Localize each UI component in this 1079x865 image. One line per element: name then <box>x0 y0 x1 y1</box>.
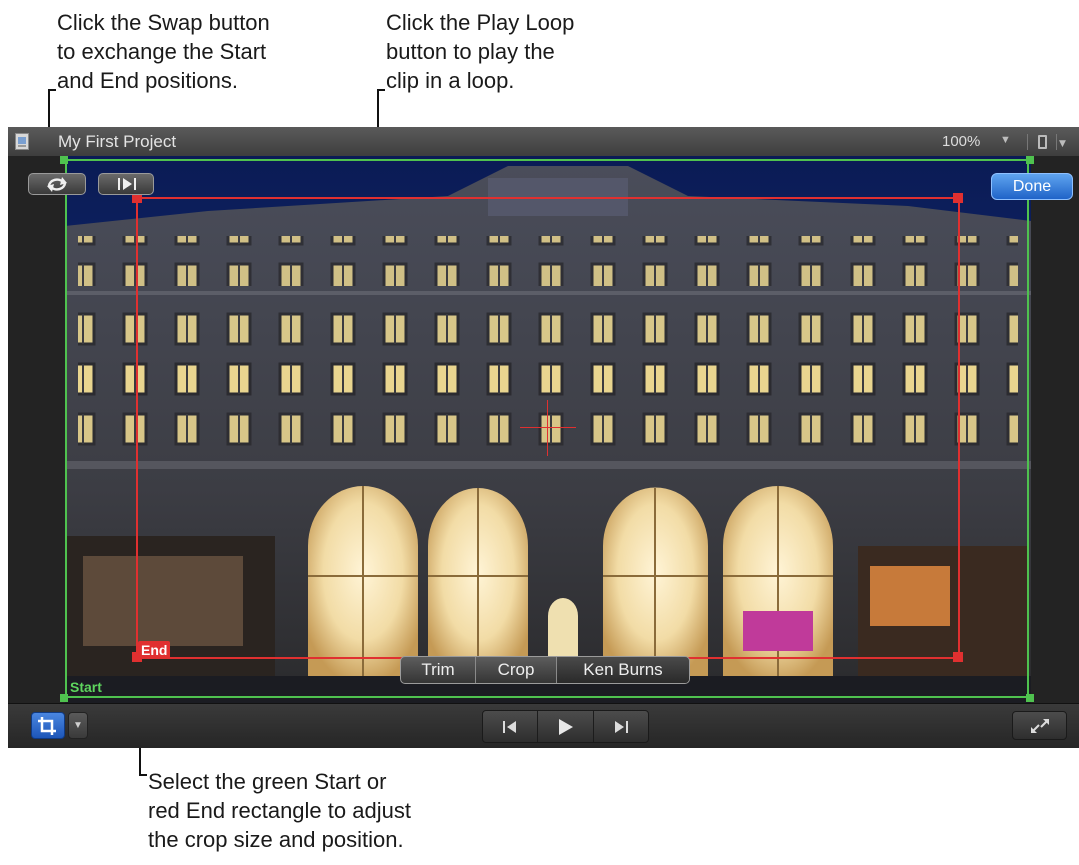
svg-text:▼: ▼ <box>1059 139 1066 149</box>
end-handle-bottom-right[interactable] <box>953 652 963 662</box>
rect-leader-tick <box>139 774 147 776</box>
play-loop-callout: Click the Play Loop button to play the c… <box>386 10 575 93</box>
crop-mode-selector[interactable]: Trim Crop Ken Burns <box>400 656 690 684</box>
play-loop-icon <box>118 178 136 190</box>
end-label[interactable]: End <box>138 641 171 659</box>
ken-burns-mode-button[interactable]: Ken Burns <box>557 657 689 683</box>
viewer-title-bar: My First Project 100% ▼ ▼ <box>8 127 1079 157</box>
swap-callout: Click the Swap button to exchange the St… <box>57 10 270 93</box>
play-loop-button[interactable] <box>98 173 154 195</box>
start-handle-bottom-left[interactable] <box>60 694 68 702</box>
skip-forward-icon <box>614 720 628 733</box>
start-label[interactable]: Start <box>70 679 102 695</box>
rectangle-callout: Select the green Start or red End rectan… <box>148 769 411 852</box>
viewer-canvas[interactable]: Done End Start Trim Crop Ken Burns <box>8 156 1079 703</box>
end-center-crosshair-h <box>520 427 576 428</box>
play-icon <box>559 718 574 735</box>
fullscreen-icon <box>1030 718 1049 733</box>
swap-arrows-icon <box>47 177 67 192</box>
trim-mode-button[interactable]: Trim <box>401 657 476 683</box>
swap-leader-tick <box>48 89 56 91</box>
end-rectangle[interactable] <box>136 197 960 659</box>
fullscreen-button[interactable] <box>1012 711 1067 740</box>
crop-mode-button[interactable]: Crop <box>476 657 557 683</box>
crop-tool-button[interactable] <box>31 712 65 739</box>
start-handle-top-left[interactable] <box>60 156 68 164</box>
viewer-bottom-bar: ▼ <box>8 703 1079 748</box>
zoom-level[interactable]: 100% <box>942 133 980 150</box>
viewer-window: My First Project 100% ▼ ▼ Done End Start… <box>8 127 1079 748</box>
done-button[interactable]: Done <box>991 173 1073 200</box>
zoom-dropdown-icon[interactable]: ▼ <box>1000 134 1011 146</box>
end-center-crosshair-v <box>547 400 548 456</box>
skip-back-icon <box>503 720 517 733</box>
play-button[interactable] <box>538 711 594 742</box>
start-handle-bottom-right[interactable] <box>1026 694 1034 702</box>
project-title: My First Project <box>58 132 177 151</box>
crop-icon <box>38 717 56 735</box>
end-handle-top-right[interactable] <box>953 193 963 203</box>
start-handle-top-right[interactable] <box>1026 156 1034 164</box>
transport-controls <box>482 710 649 743</box>
project-document-icon <box>15 133 29 150</box>
loop-leader-tick <box>377 89 385 91</box>
view-options-icon[interactable]: ▼ <box>1026 132 1066 152</box>
previous-button[interactable] <box>483 711 539 742</box>
crop-menu-button[interactable]: ▼ <box>68 712 88 739</box>
next-button[interactable] <box>594 711 648 742</box>
swap-button[interactable] <box>28 173 86 195</box>
